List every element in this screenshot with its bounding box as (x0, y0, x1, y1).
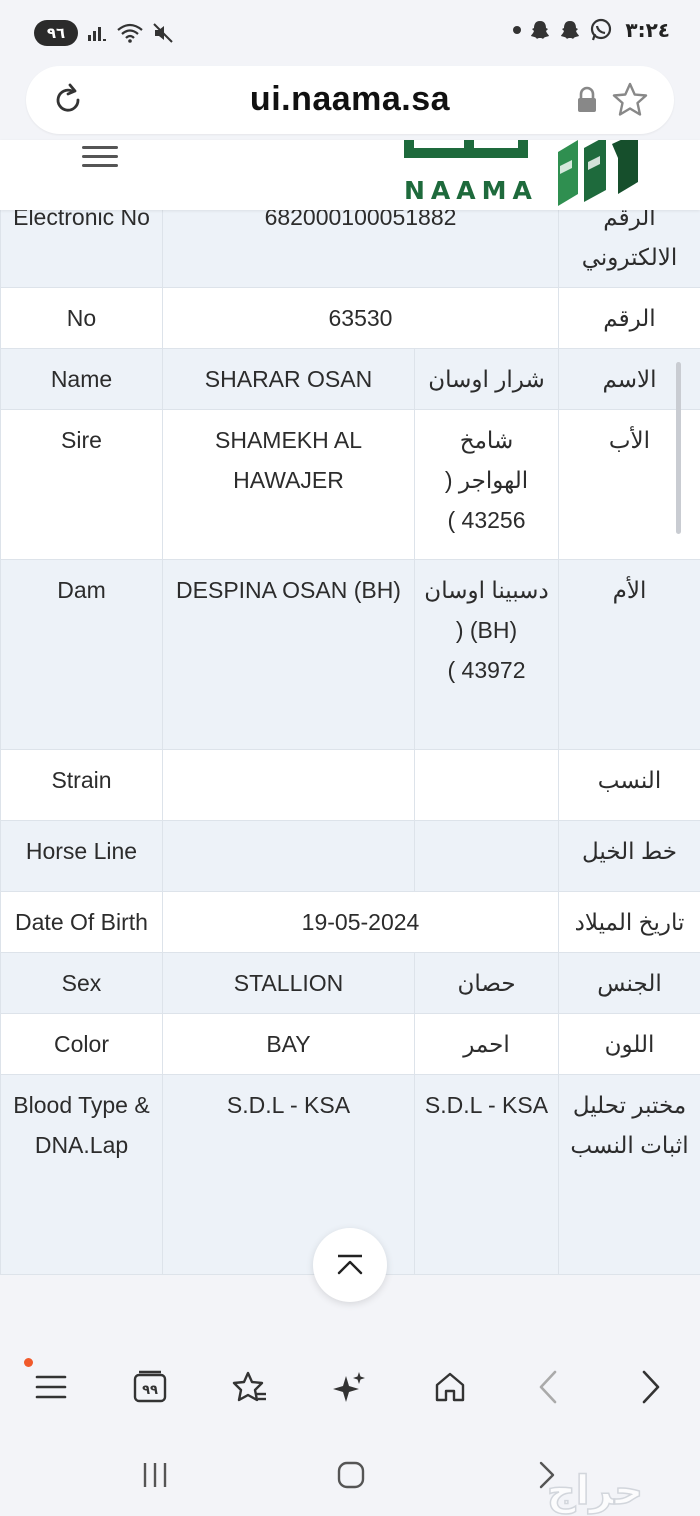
table-row: Horse Line خط الخيل (0, 820, 700, 892)
row-label-en: Color (0, 1013, 163, 1075)
row-value: 63530 (162, 287, 559, 349)
notification-dot-icon (513, 26, 522, 34)
row-value-ar: حصان (414, 952, 559, 1014)
row-label-en: Blood Type & DNA.Lap (0, 1074, 163, 1275)
recents-button[interactable] (130, 1450, 180, 1500)
recents-icon (143, 1463, 167, 1487)
tabs-icon: ٩٩ (133, 1370, 167, 1403)
status-right: ٣:٢٤ (513, 18, 670, 42)
row-value-en (162, 749, 415, 821)
hamburger-menu-icon[interactable] (82, 140, 120, 170)
mute-icon (153, 23, 173, 43)
row-value-en: STALLION (162, 952, 415, 1014)
row-label-en: Name (0, 348, 163, 410)
row-value-en: BAY (162, 1013, 415, 1075)
back-to-top-button[interactable] (313, 1228, 387, 1302)
horse-info-table: Electronic No 682000100051882 الرقم الال… (0, 144, 700, 1275)
haraj-watermark-logo: حراج (546, 1470, 644, 1515)
table-row: Sire SHAMEKH AL HAWAJER شامخ الهواجر ( 4… (0, 409, 700, 560)
row-label-en: Strain (0, 749, 163, 821)
naama-arabic-logo (404, 140, 528, 158)
battery-indicator: ٩٦ (34, 20, 78, 46)
row-label-ar: اللون (558, 1013, 700, 1075)
tabs-button[interactable]: ٩٩ (125, 1362, 175, 1412)
page-scrollbar[interactable] (676, 362, 681, 534)
snapchat-icon (531, 21, 550, 39)
row-label-ar: تاريخ الميلاد (558, 891, 700, 953)
address-bar[interactable]: ui.naama.sa (26, 66, 674, 134)
row-label-ar: النسب (558, 749, 700, 821)
wifi-icon (117, 23, 143, 43)
snapchat-icon (561, 21, 580, 39)
table-row: Strain النسب (0, 749, 700, 821)
bookmark-star-icon[interactable] (610, 80, 650, 120)
lock-icon[interactable] (576, 86, 598, 114)
table-row: No 63530 الرقم (0, 287, 700, 349)
back-button[interactable] (523, 1362, 573, 1412)
svg-text:حراج: حراج (547, 1470, 643, 1514)
row-label-ar: الرقم (558, 287, 700, 349)
naama-logo-text: NAAMA (404, 176, 538, 205)
row-value-ar: احمر (414, 1013, 559, 1075)
ai-assistant-button[interactable] (325, 1362, 375, 1412)
chevron-up-icon (337, 1254, 363, 1275)
row-label-ar: الأم (558, 559, 700, 750)
row-value-ar: دسبينا اوسان (BH) ( 43972 ) (414, 559, 559, 750)
row-value-en: SHAMEKH AL HAWAJER (162, 409, 415, 560)
row-value-en (162, 820, 415, 892)
browser-toolbar: ٩٩ (0, 1342, 700, 1432)
bookmarks-button[interactable] (225, 1362, 275, 1412)
whatsapp-icon (591, 18, 612, 41)
menu-icon (35, 1375, 67, 1399)
table-row: Dam DESPINA OSAN (BH) دسبينا اوسان (BH) … (0, 559, 700, 750)
horse-info-table-container[interactable]: Electronic No 682000100051882 الرقم الال… (0, 140, 700, 1340)
naama-logo-mark-icon (558, 140, 638, 206)
row-label-en: Sire (0, 409, 163, 560)
row-value-en: DESPINA OSAN (BH) (162, 559, 415, 750)
status-left: ٩٦ (34, 20, 174, 46)
row-label-en: Sex (0, 952, 163, 1014)
row-value-ar: شرار اوسان (414, 348, 559, 410)
row-value-ar: شامخ الهواجر ( 43256 ) (414, 409, 559, 560)
home-button[interactable] (425, 1362, 475, 1412)
table-row: Date Of Birth 19-05-2024 تاريخ الميلاد (0, 891, 700, 953)
back-icon (539, 1370, 557, 1404)
table-row: Color BAY احمر اللون (0, 1013, 700, 1075)
home-icon (435, 1372, 465, 1402)
table-row: Sex STALLION حصان الجنس (0, 952, 700, 1014)
site-header: NAAMA (0, 140, 700, 210)
forward-icon (642, 1370, 660, 1404)
signal-icon (88, 27, 106, 41)
row-value-ar (414, 820, 559, 892)
row-label-en: Date Of Birth (0, 891, 163, 953)
row-label-ar: الجنس (558, 952, 700, 1014)
home-nav-button[interactable] (326, 1450, 376, 1500)
row-label-en: Dam (0, 559, 163, 750)
row-label-ar: خط الخيل (558, 820, 700, 892)
row-label-ar: مختبر تحليل اثبات النسب (558, 1074, 700, 1275)
row-value-ar: S.D.L - KSA (414, 1074, 559, 1275)
bookmarks-icon (232, 1371, 266, 1402)
row-value-ar (414, 749, 559, 821)
row-label-en: No (0, 287, 163, 349)
table-row: Name SHARAR OSAN شرار اوسان الاسم (0, 348, 700, 410)
ai-sparkle-icon (333, 1372, 365, 1402)
row-value: 19-05-2024 (162, 891, 559, 953)
status-bar: ٩٦ ٣:٢٤ (0, 0, 700, 62)
home-button-icon (337, 1461, 365, 1489)
row-label-en: Horse Line (0, 820, 163, 892)
row-value-en: SHARAR OSAN (162, 348, 415, 410)
forward-button[interactable] (626, 1362, 676, 1412)
menu-button[interactable] (26, 1362, 76, 1412)
clock: ٣:٢٤ (625, 18, 670, 42)
tabs-count: ٩٩ (142, 1383, 158, 1398)
